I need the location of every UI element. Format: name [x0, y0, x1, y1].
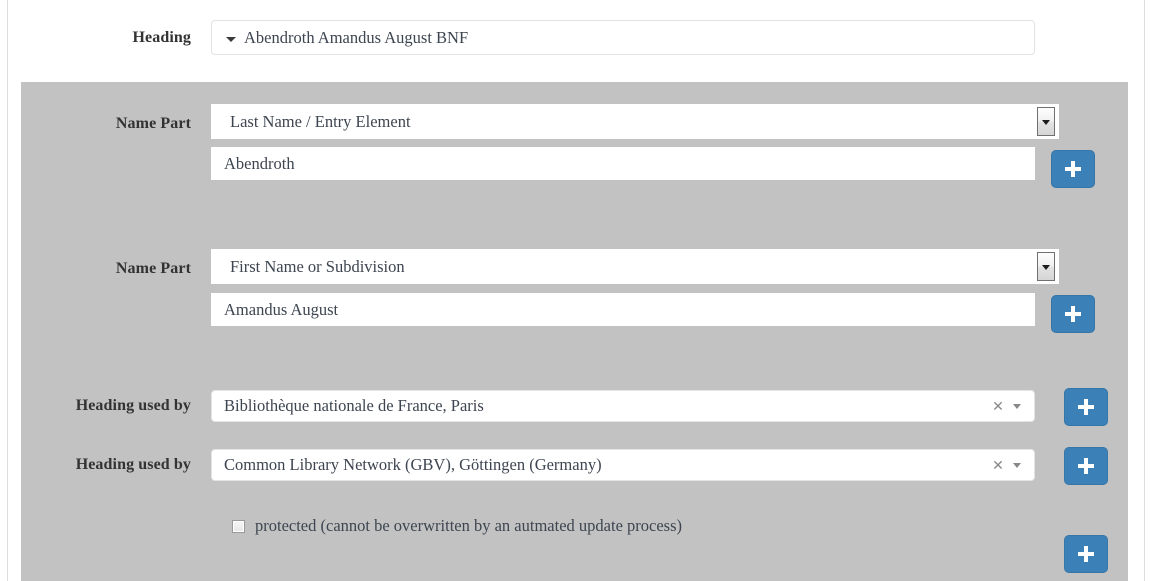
name-part-1-label: Name Part: [115, 115, 191, 132]
protected-checkbox[interactable]: [232, 519, 245, 533]
heading-used-by-1-label: Heading used by: [75, 397, 191, 414]
name-part-1-value-text: Abendroth: [224, 153, 295, 173]
heading-used-by-1-select[interactable]: Bibliothèque nationale de France, Paris …: [211, 390, 1035, 422]
name-part-1-type-value: Last Name / Entry Element: [230, 111, 411, 131]
heading-used-by-2-select[interactable]: Common Library Network (GBV), Göttingen …: [211, 449, 1035, 481]
protected-label: protected (cannot be overwritten by an a…: [255, 516, 682, 535]
page-left-border: [7, 0, 8, 581]
add-heading-used-by-1-button[interactable]: [1064, 388, 1108, 426]
add-name-part-2-button[interactable]: [1051, 295, 1095, 333]
add-entry-button[interactable]: [1064, 535, 1108, 573]
name-part-2-value-input[interactable]: Amandus August: [211, 293, 1035, 326]
name-part-1-value-input[interactable]: Abendroth: [211, 147, 1035, 180]
add-name-part-1-button[interactable]: [1051, 150, 1095, 188]
chevron-down-icon[interactable]: [1037, 107, 1055, 136]
chevron-down-icon[interactable]: [1012, 400, 1024, 412]
close-icon[interactable]: ✕: [990, 399, 1006, 413]
page-right-border: [1144, 0, 1145, 581]
heading-select[interactable]: Abendroth Amandus August BNF: [211, 20, 1035, 55]
heading-row: Heading Abendroth Amandus August BNF: [0, 20, 1158, 55]
close-icon[interactable]: ✕: [990, 458, 1006, 472]
name-part-2-type-select[interactable]: First Name or Subdivision: [211, 249, 1059, 284]
heading-used-by-1-value: Bibliothèque nationale de France, Paris: [224, 396, 484, 415]
record-panel: Name Part Last Name / Entry Element Aben…: [21, 82, 1128, 581]
heading-used-by-2-label: Heading used by: [75, 456, 191, 473]
name-part-2-type-value: First Name or Subdivision: [230, 256, 405, 276]
name-part-2-label: Name Part: [115, 260, 191, 277]
heading-value: Abendroth Amandus August BNF: [244, 27, 469, 47]
chevron-down-icon[interactable]: [1037, 252, 1055, 281]
protected-row[interactable]: protected (cannot be overwritten by an a…: [232, 516, 682, 536]
name-part-1-type-select[interactable]: Last Name / Entry Element: [211, 104, 1059, 139]
chevron-down-icon: [224, 31, 238, 45]
chevron-down-icon[interactable]: [1012, 459, 1024, 471]
page-root: Heading Abendroth Amandus August BNF Nam…: [0, 0, 1158, 581]
add-heading-used-by-2-button[interactable]: [1064, 447, 1108, 485]
heading-used-by-2-value: Common Library Network (GBV), Göttingen …: [224, 455, 602, 474]
name-part-2-value-text: Amandus August: [224, 299, 339, 319]
heading-label: Heading: [132, 29, 191, 46]
